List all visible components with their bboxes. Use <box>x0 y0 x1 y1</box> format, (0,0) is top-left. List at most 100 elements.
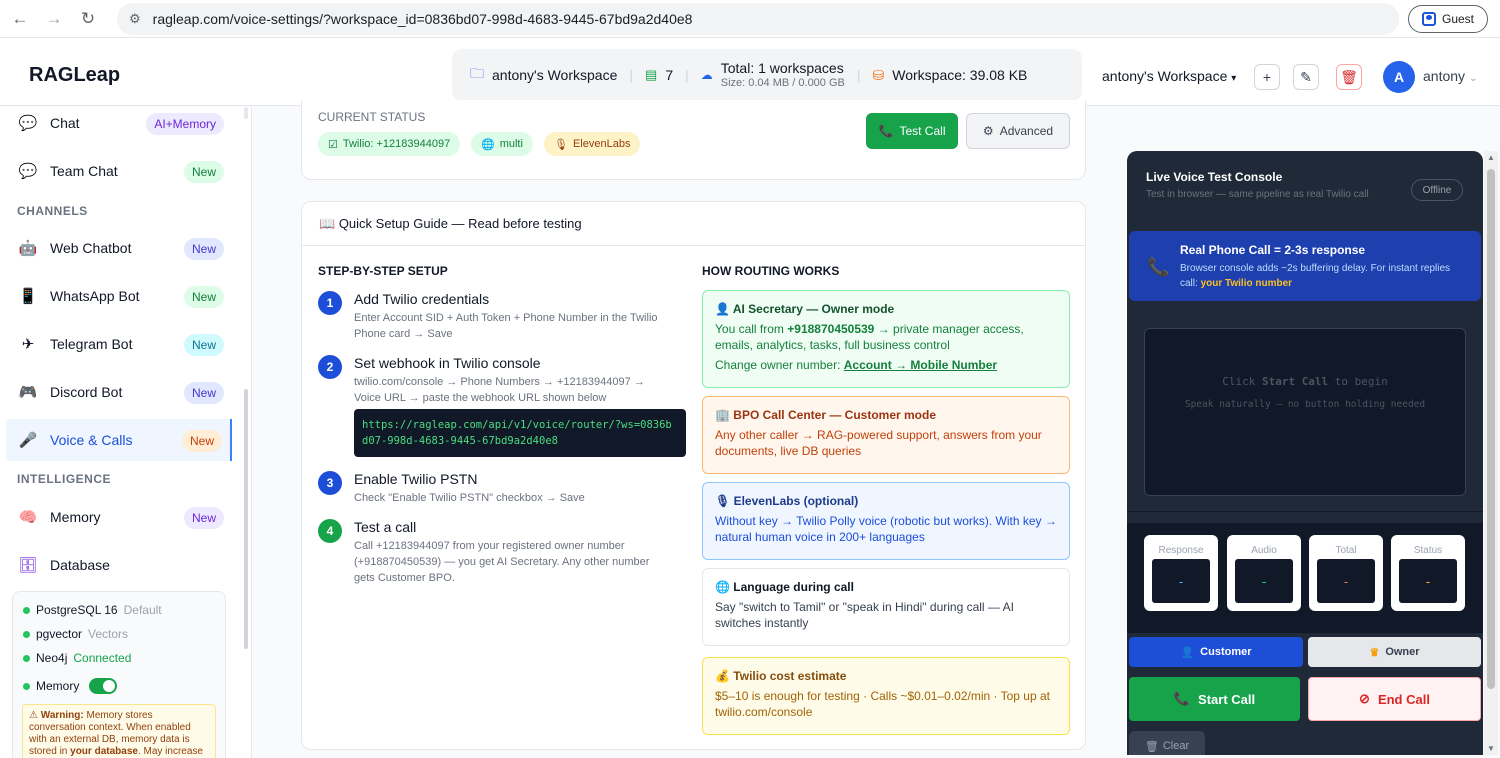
status-label: CURRENT STATUS <box>318 110 426 124</box>
cloud-icon: ☁ <box>700 68 713 82</box>
sidebar-item-web-chatbot[interactable]: 🤖 Web Chatbot New <box>6 227 232 269</box>
guide-title: 📖 Quick Setup Guide — Read before testin… <box>319 216 582 231</box>
sidebar-item-memory[interactable]: 🧠 Memory New <box>6 496 232 538</box>
brand-logo[interactable]: RAGLeap <box>29 64 120 87</box>
start-call-button[interactable]: 📞 Start Call <box>1129 677 1300 721</box>
sidebar-item-voice-calls[interactable]: 🎤 Voice & Calls New <box>6 419 232 461</box>
workspace-summary: 🗀 antony's Workspace | ▤ 7 | ☁ Total: 1 … <box>452 49 1082 101</box>
status-dot <box>23 630 30 638</box>
chat-bubble-icon: 💬 <box>18 115 38 132</box>
section-intelligence: INTELLIGENCE <box>17 472 112 486</box>
status-dot <box>23 682 30 690</box>
step-desc: twilio.com/console → Phone Numbers → +12… <box>354 376 645 404</box>
scroll-up-arrow[interactable]: ▲ <box>1484 153 1498 162</box>
user-menu[interactable]: antony ⌄ <box>1423 68 1477 84</box>
badge: New <box>183 334 224 356</box>
workspace-name: antony's Workspace <box>492 67 618 83</box>
status-dot <box>23 606 30 614</box>
status-badge: Offline <box>1411 179 1463 201</box>
person-icon: 👤 <box>1180 646 1195 659</box>
step-title: Set webhook in Twilio console <box>354 355 541 371</box>
badge: New <box>181 430 222 452</box>
gamepad-icon: 🎮 <box>18 384 38 401</box>
setup-guide-card: 📖 Quick Setup Guide — Read before testin… <box>301 201 1086 750</box>
test-call-button[interactable]: 📞 Test Call <box>866 113 958 149</box>
address-bar[interactable]: ⚙ ragleap.com/voice-settings/?workspace_… <box>117 3 1399 35</box>
step-title: Enable Twilio PSTN <box>354 471 478 487</box>
scroll-thumb[interactable] <box>1487 169 1495 689</box>
step-number: 1 <box>318 291 342 315</box>
advanced-button[interactable]: ⚙ Advanced <box>966 113 1070 149</box>
edit-workspace-button[interactable]: ✎ <box>1293 64 1319 90</box>
sidebar-item-chat[interactable]: 💬 Chat AI+Memory <box>6 107 232 144</box>
route-cost: 💰 Twilio cost estimate $5–10 is enough f… <box>702 657 1070 735</box>
status-dot <box>23 654 30 662</box>
folder-icon: 🗀 <box>470 65 484 81</box>
account-mobile-link[interactable]: Account → Mobile Number <box>844 358 997 372</box>
phone-icon: 📞 <box>878 124 894 138</box>
metrics-panel: Response - Audio - Total - Status - <box>1127 523 1483 633</box>
sidebar-item-database[interactable]: 🗄 Database <box>6 544 232 586</box>
gear-icon: ⚙ <box>982 124 994 138</box>
console-subtitle: Test in browser — same pipeline as real … <box>1146 189 1369 200</box>
url-text: ragleap.com/voice-settings/?workspace_id… <box>152 11 693 27</box>
customer-mode-button[interactable]: 👤 Customer <box>1129 637 1303 667</box>
step-title: Test a call <box>354 519 417 535</box>
owner-mode-button[interactable]: ♛ Owner <box>1308 637 1481 667</box>
console-title: Live Voice Test Console <box>1146 170 1283 184</box>
route-bpo: 🏢 BPO Call Center — Customer mode Any ot… <box>702 396 1070 474</box>
transcript-area: Click Start Call to begin Speak naturall… <box>1144 328 1466 496</box>
metric-total: Total - <box>1309 535 1383 611</box>
trash-icon: 🗑 <box>1144 740 1159 753</box>
database-icon: ⛁ <box>872 66 885 83</box>
hang-up-icon: ⊘ <box>1359 691 1370 706</box>
site-info-icon[interactable]: ⚙ <box>129 11 141 27</box>
sidebar-item-whatsapp-bot[interactable]: 📱 WhatsApp Bot New <box>6 275 232 317</box>
step-number: 2 <box>318 355 342 379</box>
book-icon: 📖 <box>319 216 336 231</box>
back-icon[interactable]: ← <box>4 3 36 35</box>
badge: New <box>183 238 224 260</box>
scroll-down-arrow[interactable]: ▼ <box>1484 744 1498 753</box>
badge: New <box>183 286 224 308</box>
metric-audio: Audio - <box>1227 535 1301 611</box>
metric-status: Status - <box>1391 535 1465 611</box>
console-scrollbar[interactable]: ▲ ▼ <box>1484 151 1498 755</box>
sidebar-item-team-chat[interactable]: 💬 Team Chat New <box>6 150 232 192</box>
microphone-icon: 🎤 <box>18 432 38 449</box>
robot-icon: 🤖 <box>18 240 38 257</box>
browser-toolbar: ← → ↻ ⚙ ragleap.com/voice-settings/?work… <box>0 0 1500 38</box>
db-neo4j: Neo4j Connected <box>23 651 131 665</box>
step-desc: Enter Account SID + Auth Token + Phone N… <box>354 312 658 340</box>
globe-icon: 🌐 <box>481 138 495 151</box>
scroll-up-arrow[interactable] <box>244 107 248 119</box>
phone-icon: 📞 <box>1147 257 1170 277</box>
guest-profile-button[interactable]: Guest <box>1408 5 1488 33</box>
reload-icon[interactable]: ↻ <box>72 3 104 35</box>
add-workspace-button[interactable]: + <box>1254 64 1280 90</box>
delete-workspace-button[interactable]: 🗑 <box>1336 64 1362 90</box>
webhook-url-code[interactable]: https://ragleap.com/api/v1/voice/router/… <box>354 409 686 457</box>
money-bag-icon: 💰 <box>715 669 730 683</box>
workspace-select[interactable]: antony's Workspace ▾ <box>1102 68 1236 84</box>
sidebar-scrollbar[interactable] <box>244 389 248 649</box>
doc-count: 7 <box>665 67 674 83</box>
phone-call-banner: 📞 Real Phone Call = 2-3s response Browse… <box>1129 231 1481 301</box>
brain-icon: 🧠 <box>18 509 38 526</box>
sidebar-item-discord-bot[interactable]: 🎮 Discord Bot New <box>6 371 232 413</box>
chevron-down-icon: ▾ <box>1231 73 1237 84</box>
status-card: CURRENT STATUS ☑ Twilio: +12183944097 🌐 … <box>301 100 1086 180</box>
step-desc: Call +12183944097 from your registered o… <box>354 540 650 584</box>
memory-warning: ⚠ Warning: Memory stores conversation co… <box>22 704 216 758</box>
end-call-button[interactable]: ⊘ End Call <box>1308 677 1481 721</box>
avatar[interactable]: A <box>1383 61 1415 93</box>
forward-icon[interactable]: → <box>38 3 70 35</box>
database-status-panel: PostgreSQL 16 Default pgvector Vectors N… <box>12 591 226 758</box>
clear-button[interactable]: 🗑 Clear <box>1129 731 1205 755</box>
db-memory: Memory <box>23 678 118 694</box>
route-language: 🌐 Language during call Say "switch to Ta… <box>702 568 1070 646</box>
profile-icon <box>1421 12 1436 26</box>
db-postgres: PostgreSQL 16 Default <box>23 603 162 617</box>
memory-toggle[interactable] <box>89 678 118 694</box>
sidebar-item-telegram-bot[interactable]: ✈ Telegram Bot New <box>6 323 232 365</box>
